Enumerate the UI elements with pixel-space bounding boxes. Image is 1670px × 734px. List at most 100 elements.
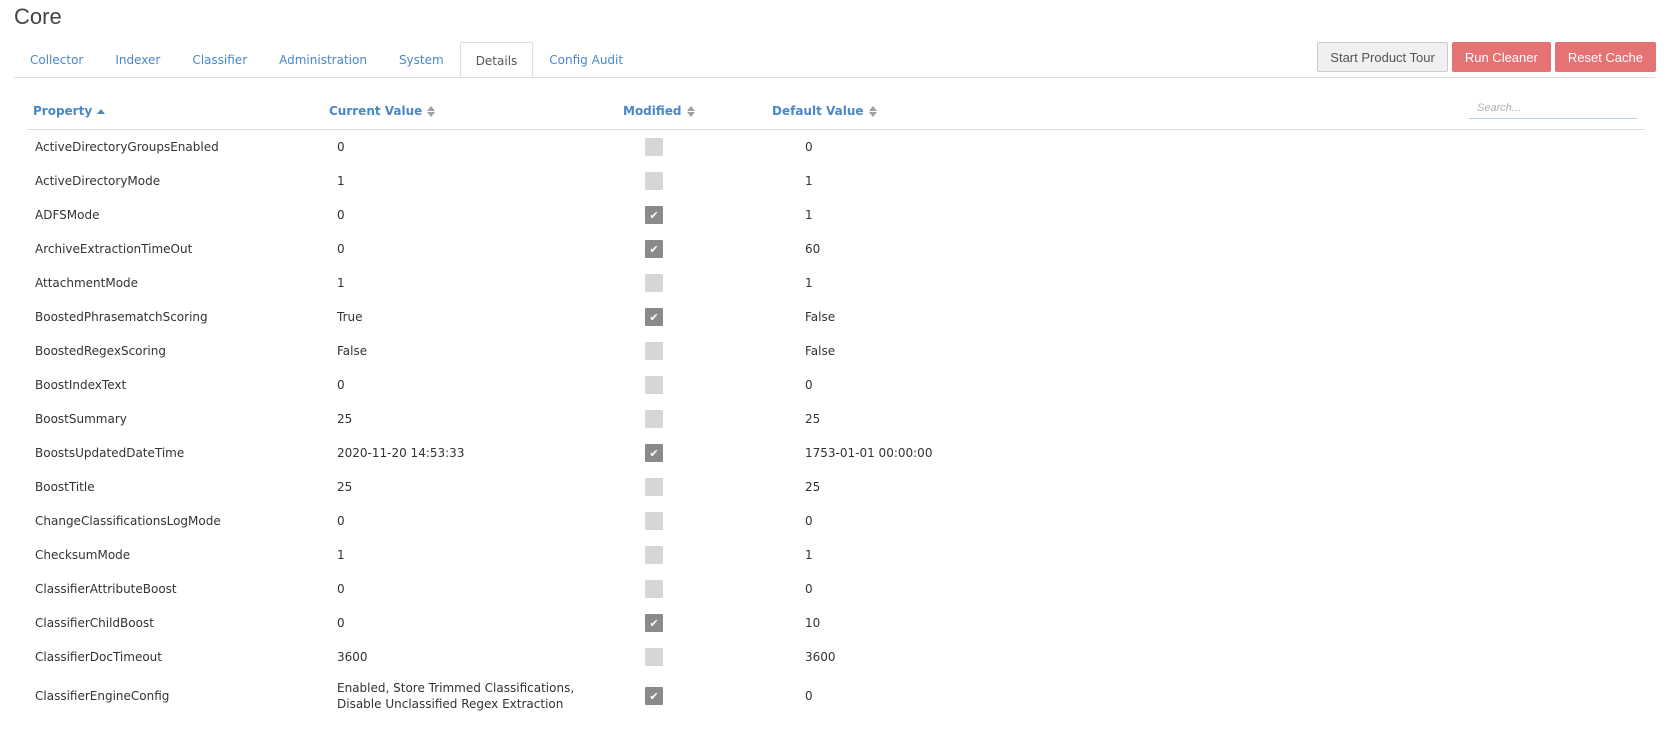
default-value: 1 bbox=[805, 208, 813, 222]
current-value: 3600 bbox=[337, 650, 368, 664]
property-name: BoostSummary bbox=[35, 412, 127, 426]
current-value: 1 bbox=[337, 548, 345, 562]
default-value: 0 bbox=[805, 140, 813, 154]
table-row[interactable]: ClassifierAttributeBoost 0 0 bbox=[27, 572, 1645, 606]
modified-cell bbox=[645, 436, 663, 470]
property-name: ClassifierEngineConfig bbox=[35, 689, 170, 703]
sort-icon bbox=[686, 105, 695, 117]
column-header-modified[interactable]: Modified bbox=[623, 104, 695, 118]
current-value: 2020-11-20 14:53:33 bbox=[337, 446, 465, 460]
current-value: 0 bbox=[337, 514, 345, 528]
modified-checked-icon bbox=[645, 444, 663, 462]
modified-checked-icon bbox=[645, 240, 663, 258]
default-value: False bbox=[805, 344, 836, 358]
modified-checked-icon bbox=[645, 206, 663, 224]
table-row[interactable]: ChangeClassificationsLogMode 0 0 bbox=[27, 504, 1645, 538]
modified-unchecked-icon bbox=[645, 410, 663, 428]
modified-checked-icon bbox=[645, 687, 663, 705]
modified-cell bbox=[645, 640, 663, 674]
default-value: 60 bbox=[805, 242, 821, 256]
table-row[interactable]: BoostedPhrasematchScoring True False bbox=[27, 300, 1645, 334]
modified-cell bbox=[645, 334, 663, 368]
default-value: 0 bbox=[805, 689, 813, 703]
property-name: ClassifierChildBoost bbox=[35, 616, 154, 630]
modified-unchecked-icon bbox=[645, 648, 663, 666]
tab-classifier[interactable]: Classifier bbox=[176, 42, 263, 77]
table-row[interactable]: BoostTitle 25 25 bbox=[27, 470, 1645, 504]
default-value: 1 bbox=[805, 276, 813, 290]
default-value: 0 bbox=[805, 514, 813, 528]
table-row[interactable]: ClassifierDocTimeout 3600 3600 bbox=[27, 640, 1645, 674]
property-name: BoostsUpdatedDateTime bbox=[35, 446, 185, 460]
modified-checked-icon bbox=[645, 614, 663, 632]
modified-checked-icon bbox=[645, 308, 663, 326]
current-value: 0 bbox=[337, 208, 345, 222]
property-name: ChecksumMode bbox=[35, 548, 131, 562]
modified-cell bbox=[645, 538, 663, 572]
current-value: True bbox=[337, 310, 363, 324]
tab-details[interactable]: Details bbox=[459, 42, 534, 78]
table-row[interactable]: ChecksumMode 1 1 bbox=[27, 538, 1645, 572]
table-row[interactable]: ActiveDirectoryMode 1 1 bbox=[27, 164, 1645, 198]
current-value: Enabled, Store Trimmed Classifications, … bbox=[337, 681, 575, 711]
modified-cell bbox=[645, 266, 663, 300]
table-row[interactable]: ActiveDirectoryGroupsEnabled 0 0 bbox=[27, 130, 1645, 164]
current-value: 25 bbox=[337, 480, 353, 494]
tab-indexer[interactable]: Indexer bbox=[99, 42, 176, 77]
modified-unchecked-icon bbox=[645, 580, 663, 598]
table-row[interactable]: ClassifierEngineConfig Enabled, Store Tri… bbox=[27, 674, 1645, 718]
property-name: ADFSMode bbox=[35, 208, 100, 222]
modified-cell bbox=[645, 470, 663, 504]
start-product-tour-button[interactable]: Start Product Tour bbox=[1317, 42, 1448, 72]
property-name: BoostTitle bbox=[35, 480, 95, 494]
modified-unchecked-icon bbox=[645, 478, 663, 496]
modified-cell bbox=[645, 198, 663, 232]
modified-cell bbox=[645, 130, 663, 164]
search-input[interactable] bbox=[1469, 98, 1637, 119]
property-name: ClassifierDocTimeout bbox=[35, 650, 162, 664]
table-row[interactable]: BoostsUpdatedDateTime 2020-11-20 14:53:33… bbox=[27, 436, 1645, 470]
reset-cache-button[interactable]: Reset Cache bbox=[1554, 42, 1656, 72]
modified-unchecked-icon bbox=[645, 546, 663, 564]
default-value: False bbox=[805, 310, 836, 324]
modified-unchecked-icon bbox=[645, 376, 663, 394]
property-name: ArchiveExtractionTimeOut bbox=[35, 242, 193, 256]
modified-cell bbox=[645, 606, 663, 640]
modified-cell bbox=[645, 164, 663, 198]
modified-cell bbox=[645, 674, 663, 718]
modified-unchecked-icon bbox=[645, 274, 663, 292]
tab-administration[interactable]: Administration bbox=[263, 42, 383, 77]
action-buttons: Start Product Tour Run Cleaner Reset Cac… bbox=[1317, 42, 1656, 72]
tab-collector[interactable]: Collector bbox=[14, 42, 99, 77]
run-cleaner-button[interactable]: Run Cleaner bbox=[1451, 42, 1551, 72]
table-body: ActiveDirectoryGroupsEnabled 0 0 ActiveDire… bbox=[27, 130, 1645, 718]
table-header: Property Current Value Modified Default … bbox=[27, 96, 1645, 130]
tab-system[interactable]: System bbox=[383, 42, 460, 77]
modified-cell bbox=[645, 504, 663, 538]
table-row[interactable]: ClassifierChildBoost 0 10 bbox=[27, 606, 1645, 640]
modified-cell bbox=[645, 368, 663, 402]
table-row[interactable]: BoostIndexText 0 0 bbox=[27, 368, 1645, 402]
sort-icon bbox=[427, 105, 436, 117]
modified-cell bbox=[645, 300, 663, 334]
tab-bar-divider bbox=[14, 77, 1655, 78]
column-header-default-value[interactable]: Default Value bbox=[772, 104, 877, 118]
table-row[interactable]: AttachmentMode 1 1 bbox=[27, 266, 1645, 300]
property-name: ClassifierAttributeBoost bbox=[35, 582, 177, 596]
modified-unchecked-icon bbox=[645, 512, 663, 530]
column-header-property[interactable]: Property bbox=[33, 104, 106, 118]
column-header-current-value[interactable]: Current Value bbox=[329, 104, 436, 118]
table-row[interactable]: ADFSMode 0 1 bbox=[27, 198, 1645, 232]
sort-ascending-icon bbox=[97, 108, 106, 114]
default-value: 1753-01-01 00:00:00 bbox=[805, 446, 933, 460]
modified-unchecked-icon bbox=[645, 172, 663, 190]
default-value: 10 bbox=[805, 616, 821, 630]
tab-config-audit[interactable]: Config Audit bbox=[533, 42, 639, 77]
table-row[interactable]: ArchiveExtractionTimeOut 0 60 bbox=[27, 232, 1645, 266]
table-row[interactable]: BoostedRegexScoring False False bbox=[27, 334, 1645, 368]
property-name: ChangeClassificationsLogMode bbox=[35, 514, 221, 528]
page-title: Core bbox=[14, 4, 62, 29]
table-row[interactable]: BoostSummary 25 25 bbox=[27, 402, 1645, 436]
property-name: BoostedPhrasematchScoring bbox=[35, 310, 208, 324]
default-value: 25 bbox=[805, 412, 821, 426]
